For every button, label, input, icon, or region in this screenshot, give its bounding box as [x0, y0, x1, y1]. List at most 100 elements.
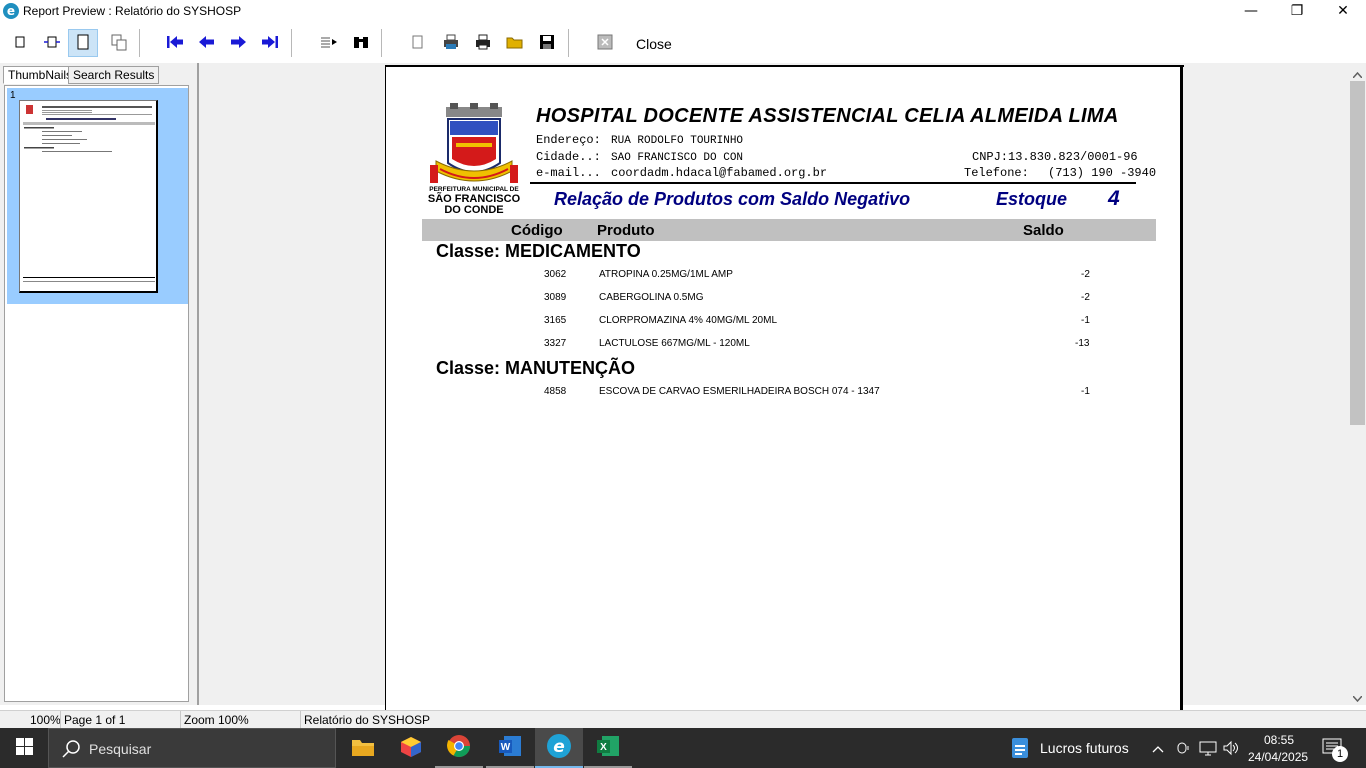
app-icon: e	[3, 3, 19, 19]
meet-now-icon[interactable]	[1175, 740, 1191, 759]
folder-icon	[351, 737, 375, 760]
find-button[interactable]	[346, 29, 376, 57]
open-button[interactable]	[500, 29, 530, 57]
svg-text:e: e	[553, 737, 565, 757]
toolbar-separator	[291, 29, 292, 57]
cube-app-icon	[400, 736, 422, 761]
full-page-icon	[76, 33, 90, 54]
thumbnail-page[interactable]	[19, 100, 158, 293]
new-page-button[interactable]	[403, 29, 433, 57]
table-row: 4858 ESCOVA DE CARVAO ESMERILHADEIRA BOS…	[386, 384, 1184, 402]
clock-time[interactable]: 08:55	[1264, 733, 1294, 747]
vertical-scrollbar[interactable]	[1349, 63, 1366, 705]
widget-label[interactable]: Lucros futuros	[1040, 740, 1129, 756]
stock-number: 4	[1108, 187, 1120, 210]
table-row: 3327 LACTULOSE 667MG/ML - 120ML -13	[386, 336, 1184, 354]
table-row: 3062 ATROPINA 0.25MG/1ML AMP -2	[386, 267, 1184, 285]
page-width-icon	[43, 35, 61, 52]
arrow-left-icon	[198, 35, 216, 52]
minimize-button[interactable]: —	[1228, 0, 1274, 23]
full-page-button[interactable]	[68, 29, 98, 57]
stock-label: Estoque	[996, 189, 1068, 209]
status-zoom: Zoom 100%	[184, 713, 249, 727]
previous-page-button[interactable]	[192, 29, 222, 57]
thumbnail-list[interactable]: 1	[4, 85, 189, 702]
logo-text-line1: PERFEITURA MUNICIPAL DE	[429, 186, 519, 193]
floppy-disk-icon	[539, 34, 555, 53]
last-page-button[interactable]	[255, 29, 285, 57]
tab-thumbnails[interactable]: ThumbNails	[3, 66, 78, 84]
city-value: SAO FRANCISCO DO CON	[611, 152, 744, 164]
single-page-button[interactable]	[5, 29, 35, 57]
next-page-button[interactable]	[223, 29, 253, 57]
column-header-product: Produto	[597, 222, 655, 239]
title-bar: e Report Preview : Relatório do SYSHOSP …	[0, 0, 1366, 23]
first-page-button[interactable]	[160, 29, 190, 57]
row-code: 3165	[544, 315, 567, 326]
tab-search-results[interactable]: Search Results	[68, 66, 160, 84]
logo-text-line3: DO CONDE	[444, 204, 503, 215]
report-preview-area[interactable]: PERFEITURA MUNICIPAL DE SÃO FRANCISCO DO…	[197, 63, 1349, 725]
print-button[interactable]	[468, 29, 498, 57]
arrow-right-icon	[229, 35, 247, 52]
row-balance: -1	[1081, 386, 1090, 397]
cnpj: CNPJ:13.830.823/0001-96	[972, 150, 1138, 164]
address-label: Endereço:	[536, 133, 601, 147]
taskbar-report-app[interactable]: e	[535, 728, 583, 768]
binoculars-icon	[353, 35, 369, 52]
taskbar-excel[interactable]: X	[584, 728, 632, 768]
header-divider	[530, 182, 1136, 184]
row-product: CABERGOLINA 0.5MG	[599, 292, 704, 303]
print-setup-button[interactable]	[436, 29, 466, 57]
row-product: ESCOVA DE CARVAO ESMERILHADEIRA BOSCH 07…	[599, 386, 880, 397]
save-button[interactable]	[532, 29, 562, 57]
phone-label: Telefone:	[964, 166, 1029, 180]
page-width-button[interactable]	[37, 29, 67, 57]
row-code: 3089	[544, 292, 567, 303]
multi-page-icon	[110, 33, 128, 54]
windows-icon	[15, 738, 33, 758]
scroll-down-icon[interactable]	[1352, 691, 1363, 705]
window-title: Report Preview : Relatório do SYSHOSP	[23, 4, 242, 18]
toolbar-separator	[139, 29, 140, 57]
chrome-icon	[447, 734, 471, 761]
taskbar-file-explorer[interactable]	[339, 728, 387, 768]
exit-icon-button[interactable]	[590, 29, 620, 57]
close-button[interactable]: Close	[636, 36, 672, 52]
taskbar-chrome[interactable]	[435, 728, 483, 768]
multi-page-button[interactable]	[104, 29, 134, 57]
start-button[interactable]	[0, 728, 48, 768]
row-balance: -2	[1081, 269, 1090, 280]
last-page-icon	[261, 35, 279, 52]
taskbar-word[interactable]: W	[486, 728, 534, 768]
goto-icon	[320, 35, 338, 52]
page-icon	[14, 35, 26, 52]
email-label: e-mail...	[536, 166, 601, 180]
address-value: RUA RODOLFO TOURINHO	[611, 135, 744, 147]
taskbar-app-cube[interactable]	[387, 728, 435, 768]
notification-badge: 1	[1332, 746, 1348, 762]
go-to-page-button[interactable]	[314, 29, 344, 57]
widget-icon[interactable]	[1010, 737, 1030, 762]
clock-date[interactable]: 24/04/2025	[1248, 750, 1308, 764]
restore-button[interactable]: ❐	[1274, 0, 1320, 23]
report-title: Relação de Produtos com Saldo Negativo	[554, 189, 911, 209]
taskbar-search[interactable]: Pesquisar	[48, 728, 336, 768]
network-icon[interactable]	[1199, 740, 1217, 759]
thumbnail-item[interactable]: 1	[7, 88, 188, 304]
row-balance: -1	[1081, 315, 1090, 326]
chevron-up-icon[interactable]	[1152, 742, 1164, 756]
blank-page-icon	[412, 35, 424, 52]
status-separator	[180, 711, 181, 729]
svg-text:W: W	[501, 742, 511, 753]
row-balance: -13	[1075, 338, 1090, 349]
close-window-button[interactable]: ✕	[1320, 0, 1366, 23]
row-balance: -2	[1081, 292, 1090, 303]
scroll-up-icon[interactable]	[1352, 67, 1363, 81]
scrollbar-thumb[interactable]	[1350, 81, 1365, 425]
row-product: LACTULOSE 667MG/ML - 120ML	[599, 338, 750, 349]
volume-icon[interactable]	[1222, 740, 1240, 759]
hospital-name: HOSPITAL DOCENTE ASSISTENCIAL CELIA ALME…	[536, 105, 1119, 127]
phone-value: (713) 190 -3940	[1048, 166, 1157, 180]
report-app-icon: e	[546, 733, 572, 762]
